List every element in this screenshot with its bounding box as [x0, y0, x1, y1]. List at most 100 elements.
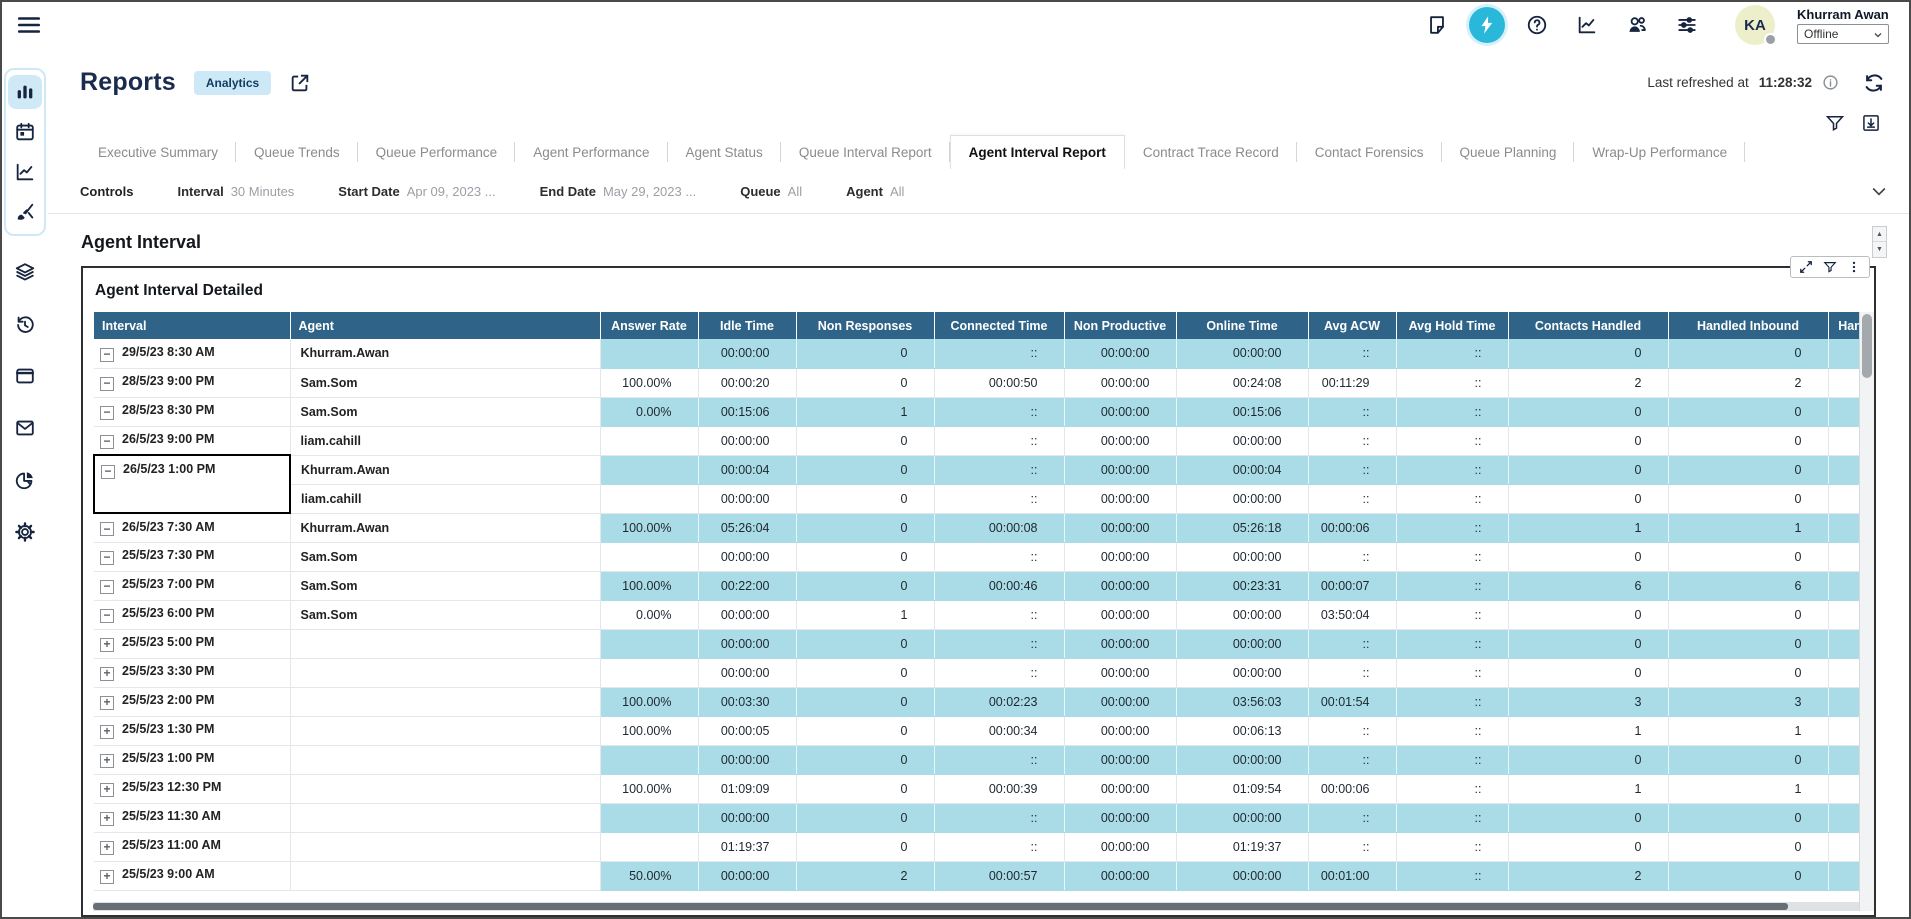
- metric-cell[interactable]: 0: [1668, 426, 1828, 455]
- metric-cell[interactable]: 00:00:39: [934, 774, 1064, 803]
- metric-cell[interactable]: 00:00:00: [1064, 484, 1176, 513]
- metric-cell[interactable]: ::: [1396, 687, 1508, 716]
- metric-cell[interactable]: 0: [796, 368, 934, 397]
- metric-cell[interactable]: 0: [1508, 542, 1668, 571]
- metric-cell[interactable]: 0: [796, 571, 934, 600]
- metric-cell[interactable]: 100.00%: [600, 687, 698, 716]
- metric-cell[interactable]: 0: [796, 832, 934, 861]
- metric-cell[interactable]: 3: [1508, 687, 1668, 716]
- control-interval[interactable]: Interval30 Minutes: [177, 184, 294, 199]
- col-header-handled-inbound[interactable]: Handled Inbound: [1668, 312, 1828, 339]
- metric-cell[interactable]: 0: [1508, 832, 1668, 861]
- metric-cell[interactable]: ::: [1396, 571, 1508, 600]
- metric-cell[interactable]: 00:00:05: [698, 716, 796, 745]
- metric-cell[interactable]: [600, 745, 698, 774]
- metric-cell[interactable]: ::: [1308, 832, 1396, 861]
- avatar[interactable]: KA: [1735, 5, 1775, 45]
- collapse-row-icon[interactable]: −: [101, 465, 115, 479]
- metric-cell[interactable]: 0: [1508, 455, 1668, 484]
- control-queue[interactable]: QueueAll: [740, 184, 802, 199]
- metric-cell[interactable]: 03:56:03: [1176, 687, 1308, 716]
- metric-cell[interactable]: 1: [1668, 513, 1828, 542]
- metric-cell[interactable]: ::: [934, 339, 1064, 368]
- agent-cell[interactable]: [290, 774, 600, 803]
- metric-cell[interactable]: ::: [1396, 455, 1508, 484]
- quick-connect-icon[interactable]: [1469, 7, 1505, 43]
- interval-cell[interactable]: −26/5/23 1:00 PM: [94, 455, 290, 513]
- metric-cell[interactable]: 0: [796, 716, 934, 745]
- metric-cell[interactable]: 0: [1668, 339, 1828, 368]
- metric-cell[interactable]: 00:00:00: [1176, 861, 1308, 890]
- metric-cell[interactable]: ::: [1396, 745, 1508, 774]
- agent-cell[interactable]: Khurram.Awan: [290, 339, 600, 368]
- kebab-menu-icon[interactable]: [1847, 260, 1861, 274]
- col-header-online-time[interactable]: Online Time: [1176, 312, 1308, 339]
- metric-cell[interactable]: 00:00:34: [934, 716, 1064, 745]
- metric-cell[interactable]: 00:00:00: [1064, 571, 1176, 600]
- metric-cell[interactable]: 1: [796, 397, 934, 426]
- collapse-row-icon[interactable]: −: [100, 609, 114, 623]
- interval-cell[interactable]: −28/5/23 8:30 PM: [94, 397, 290, 426]
- metric-cell[interactable]: 0: [1668, 861, 1828, 890]
- agent-cell[interactable]: liam.cahill: [290, 484, 600, 513]
- metric-cell[interactable]: 0: [796, 426, 934, 455]
- collapse-row-icon[interactable]: −: [100, 522, 114, 536]
- interval-cell[interactable]: +25/5/23 3:30 PM: [94, 658, 290, 687]
- col-header-non-productive[interactable]: Non Productive: [1064, 312, 1176, 339]
- info-icon[interactable]: [1822, 74, 1839, 91]
- control-start-date[interactable]: Start DateApr 09, 2023 ...: [338, 184, 495, 199]
- metric-cell[interactable]: 00:00:00: [1064, 832, 1176, 861]
- agent-cell[interactable]: Sam.Som: [290, 542, 600, 571]
- metric-cell[interactable]: ::: [1308, 716, 1396, 745]
- tab-agent-performance[interactable]: Agent Performance: [515, 135, 667, 169]
- agent-cell[interactable]: Khurram.Awan: [290, 455, 600, 484]
- metric-cell[interactable]: 0: [796, 629, 934, 658]
- external-link-icon[interactable]: [289, 72, 311, 94]
- metric-cell[interactable]: 03:50:04: [1308, 600, 1396, 629]
- col-header-answer-rate[interactable]: Answer Rate: [600, 312, 698, 339]
- notes-icon[interactable]: [1419, 7, 1455, 43]
- interval-cell[interactable]: +25/5/23 1:30 PM: [94, 716, 290, 745]
- metric-cell[interactable]: 0: [1508, 426, 1668, 455]
- metric-cell[interactable]: ::: [1308, 484, 1396, 513]
- metric-cell[interactable]: 2: [796, 861, 934, 890]
- metric-cell[interactable]: 1: [1668, 716, 1828, 745]
- metric-cell[interactable]: 05:26:18: [1176, 513, 1308, 542]
- interval-cell[interactable]: −25/5/23 7:30 PM: [94, 542, 290, 571]
- metric-cell[interactable]: 0: [796, 687, 934, 716]
- expand-row-icon[interactable]: +: [100, 783, 114, 797]
- metric-cell[interactable]: 100.00%: [600, 571, 698, 600]
- metric-cell[interactable]: 0: [1668, 832, 1828, 861]
- metric-cell[interactable]: 00:00:00: [1176, 658, 1308, 687]
- metric-cell[interactable]: 00:23:31: [1176, 571, 1308, 600]
- metric-cell[interactable]: ::: [934, 629, 1064, 658]
- metric-cell[interactable]: 00:00:00: [1064, 861, 1176, 890]
- metric-cell[interactable]: 0: [1668, 658, 1828, 687]
- metric-cell[interactable]: 1: [796, 600, 934, 629]
- metric-cell[interactable]: ::: [934, 832, 1064, 861]
- metric-cell[interactable]: 01:09:09: [698, 774, 796, 803]
- metric-cell[interactable]: 00:06:13: [1176, 716, 1308, 745]
- col-header-agent[interactable]: Agent: [290, 312, 600, 339]
- metric-cell[interactable]: [600, 832, 698, 861]
- collapse-row-icon[interactable]: −: [100, 377, 114, 391]
- metric-cell[interactable]: ::: [1396, 542, 1508, 571]
- metric-cell[interactable]: ::: [934, 484, 1064, 513]
- metric-cell[interactable]: 100.00%: [600, 716, 698, 745]
- filter-icon[interactable]: [1825, 113, 1845, 133]
- agent-cell[interactable]: Khurram.Awan: [290, 513, 600, 542]
- metric-cell[interactable]: 50.00%: [600, 861, 698, 890]
- card-filter-icon[interactable]: [1823, 260, 1837, 274]
- metric-cell[interactable]: ::: [1396, 600, 1508, 629]
- metric-cell[interactable]: 00:24:08: [1176, 368, 1308, 397]
- metric-cell[interactable]: 00:00:00: [698, 745, 796, 774]
- sidebar-item-design-icon[interactable]: [8, 195, 42, 229]
- metric-cell[interactable]: 0: [1508, 397, 1668, 426]
- interval-cell[interactable]: +25/5/23 2:00 PM: [94, 687, 290, 716]
- metric-cell[interactable]: ::: [934, 803, 1064, 832]
- agent-cell[interactable]: [290, 716, 600, 745]
- metric-cell[interactable]: [600, 803, 698, 832]
- metric-cell[interactable]: ::: [1308, 803, 1396, 832]
- metric-cell[interactable]: [600, 629, 698, 658]
- metric-cell[interactable]: 00:00:00: [1064, 658, 1176, 687]
